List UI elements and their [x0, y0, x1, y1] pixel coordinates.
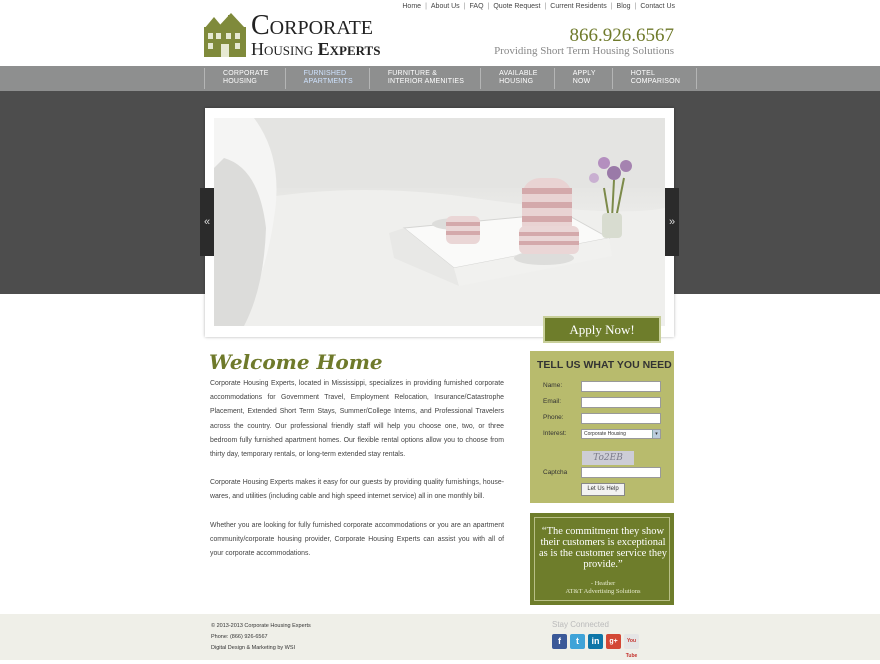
twitter-icon[interactable]: t [570, 634, 585, 649]
nav-label: Comparison [630, 78, 681, 85]
testimonial-quote: “The commitment they show their customer… [539, 526, 667, 570]
stay-connected-label: Stay Connected [552, 620, 609, 629]
separator: | [487, 3, 490, 10]
name-input[interactable] [581, 381, 661, 392]
captcha-label: Captcha [543, 469, 568, 476]
nav-item-apply-now[interactable]: Apply Now [553, 68, 612, 89]
footer-credit[interactable]: Digital Design & Marketing by WSI [211, 645, 295, 651]
nav-label: Furniture & [387, 70, 438, 77]
interest-label: Interest: [543, 430, 567, 437]
testimonial-box: “The commitment they show their customer… [530, 513, 674, 605]
nav-label: Available [499, 70, 538, 77]
phone-label: Phone: [543, 414, 564, 421]
logo-word-experts: Experts [317, 39, 381, 59]
nav-item-available-housing[interactable]: Available Housing [480, 68, 554, 89]
intro-paragraph: Corporate Housing Experts, located in Mi… [210, 380, 504, 459]
nav-item-corporate-housing[interactable]: Corporate Housing [204, 68, 285, 89]
logo-word-housing: Housing [251, 39, 314, 59]
youtube-icon[interactable]: You Tube [624, 634, 639, 659]
site-footer: © 2013-2013 Corporate Housing Experts Ph… [0, 614, 880, 660]
chevron-down-icon: ▾ [652, 430, 660, 438]
nav-item-furniture-amenities[interactable]: Furniture & Interior Amenities [368, 68, 480, 89]
interest-selected-value: Corporate Housing [584, 431, 626, 437]
house-logo-icon [204, 13, 246, 57]
separator: | [425, 3, 427, 10]
header-phone: 866.926.6567 [569, 25, 675, 46]
main-nav: Corporate Housing Furnished Apartments F… [0, 66, 880, 91]
facebook-icon[interactable]: f [552, 634, 567, 649]
header-tagline: Providing Short Term Housing Solutions [494, 45, 674, 57]
top-link-about[interactable]: About Us [431, 3, 460, 10]
top-link-quote[interactable]: Quote Request [493, 3, 540, 10]
top-link-home[interactable]: Home [402, 3, 421, 10]
slider-next-button[interactable]: » [665, 188, 679, 256]
assist-paragraph: Whether you are looking for fully furnis… [210, 522, 504, 558]
separator: | [463, 3, 466, 10]
welcome-heading: Welcome Home [209, 350, 383, 374]
separator: | [634, 3, 637, 10]
interest-select[interactable]: Corporate Housing ▾ [581, 429, 661, 439]
separator: | [544, 3, 547, 10]
footer-phone: Phone: (866) 926-6567 [211, 634, 268, 640]
top-link-faq[interactable]: FAQ [470, 3, 484, 10]
nav-label: Apply [572, 70, 596, 77]
form-title: TELL US WHAT YOU NEED [537, 359, 672, 371]
nav-label: Now [572, 78, 591, 85]
nav-label: Apartments [303, 78, 353, 85]
nav-label: Interior Amenities [387, 78, 465, 85]
inquiry-form: TELL US WHAT YOU NEED Name: Email: Phone… [530, 351, 674, 503]
testimonial-author-block: - Heather AT&T Advertising Solutions [539, 580, 667, 596]
captcha-input[interactable] [581, 467, 661, 478]
linkedin-icon[interactable]: in [588, 634, 603, 649]
site-logo[interactable]: Corporate Housing Experts [204, 10, 380, 60]
phone-input[interactable] [581, 413, 661, 424]
apply-now-button[interactable]: Apply Now! [543, 316, 661, 343]
slider-prev-button[interactable]: « [200, 188, 214, 256]
nav-item-furnished-apartments[interactable]: Furnished Apartments [284, 68, 369, 89]
logo-wordmark-bottom: Housing Experts [251, 39, 380, 60]
testimonial-inner-frame: “The commitment they show their customer… [534, 517, 670, 601]
nav-label: Housing [499, 78, 534, 85]
email-input[interactable] [581, 397, 661, 408]
separator: | [610, 3, 613, 10]
nav-label: Furnished [303, 70, 347, 77]
top-link-blog[interactable]: Blog [617, 3, 631, 10]
name-label: Name: [543, 382, 563, 389]
email-label: Email: [543, 398, 562, 405]
googleplus-icon[interactable]: g+ [606, 634, 621, 649]
testimonial-author: - Heather [590, 580, 616, 587]
amenities-paragraph: Corporate Housing Experts makes it easy … [210, 479, 504, 501]
logo-wordmark-top: Corporate [251, 10, 374, 41]
nav-item-hotel-comparison[interactable]: Hotel Comparison [611, 68, 698, 89]
nav-label: Housing [223, 78, 258, 85]
top-link-contact[interactable]: Contact Us [640, 3, 675, 10]
let-us-help-button[interactable]: Let Us Help [581, 483, 625, 496]
testimonial-company: AT&T Advertising Solutions [565, 588, 641, 595]
top-link-residents[interactable]: Current Residents [550, 3, 606, 10]
captcha-image: To2EB [582, 451, 634, 465]
nav-label: Hotel [630, 70, 656, 77]
footer-copyright: © 2013-2013 Corporate Housing Experts [211, 623, 311, 629]
site-header: Corporate Housing Experts Home | About Us |… [0, 0, 880, 66]
nav-label: Corporate [223, 70, 269, 77]
hero-slide-image [214, 118, 665, 326]
breakfast-tray-illustration [214, 118, 665, 326]
utility-nav: Home | About Us | FAQ | Quote Request | Current … [402, 3, 675, 10]
